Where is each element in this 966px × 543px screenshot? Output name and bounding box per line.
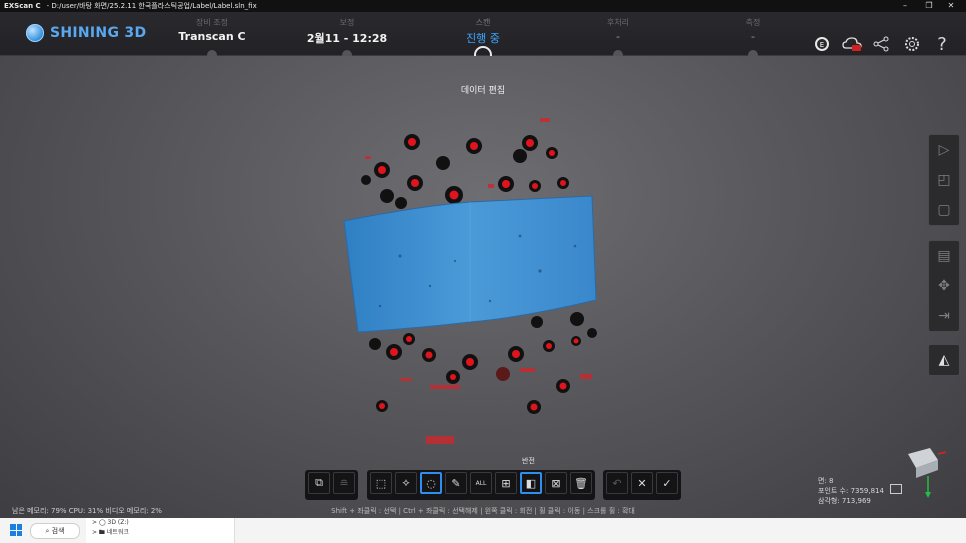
confirm-icon[interactable]: ✓ bbox=[656, 472, 678, 494]
stat-faces: 면: 8 bbox=[818, 477, 834, 485]
view-sidebar: ▷ ◰ ▢ bbox=[928, 134, 960, 226]
step-value: 진행 중 bbox=[466, 32, 500, 45]
view-cube-icon[interactable]: ⧉ bbox=[308, 472, 330, 494]
model-stats: 면: 8 포인트 수: 7359,814 삼각형: 713,969 bbox=[818, 476, 884, 506]
tooltip: 반전 bbox=[522, 457, 535, 465]
mesh-sidebar: ◭ bbox=[928, 344, 960, 376]
undo-icon[interactable]: ↶ bbox=[606, 472, 628, 494]
minimize-button[interactable]: – bbox=[894, 0, 916, 12]
screenshot-icon[interactable] bbox=[890, 484, 902, 494]
tool-sidebar: ▤ ✥ ⇥ bbox=[928, 240, 960, 332]
marker-points-top bbox=[361, 134, 569, 209]
puzzle-icon[interactable]: ✥ bbox=[929, 271, 959, 301]
export-icon[interactable]: ⇥ bbox=[929, 301, 959, 331]
stat-triangles: 삼각형: 713,969 bbox=[818, 497, 871, 505]
invert-select-icon[interactable]: ◧ bbox=[520, 472, 542, 494]
3d-viewport[interactable]: 데이터 편집 ▷ ◰ ▢ ▤ ✥ ⇥ ◭ 반전 ⧉ ≘ ⬚ ⟡ ◌ ✎ ALL … bbox=[0, 56, 966, 518]
maximize-button[interactable]: ❐ bbox=[918, 0, 940, 12]
language-icon[interactable]: E bbox=[812, 34, 832, 54]
polygon-select-icon[interactable]: ⟡ bbox=[395, 472, 417, 494]
step-scan[interactable]: 스캔 진행 중 bbox=[423, 17, 543, 46]
step-measure[interactable]: 측정 - bbox=[693, 17, 813, 43]
title-bar: EXScan C - D:/user/바탕 화면/25.2.11 한국플라스틱공업… bbox=[0, 0, 966, 12]
cancel-icon[interactable]: ✕ bbox=[631, 472, 653, 494]
step-calibration[interactable]: 보정 2월11 - 12:28 bbox=[287, 17, 407, 46]
svg-text:E: E bbox=[820, 41, 824, 49]
step-value: - bbox=[751, 30, 755, 43]
rect-select-icon[interactable]: ⬚ bbox=[370, 472, 392, 494]
delete-icon[interactable]: 🗑 bbox=[570, 472, 592, 494]
cloud-icon[interactable] bbox=[842, 34, 862, 54]
logo: SHINING 3D bbox=[26, 24, 146, 42]
search-label: 검색 bbox=[51, 527, 65, 535]
scan-model bbox=[343, 118, 597, 444]
stop-icon[interactable]: ▢ bbox=[929, 195, 959, 225]
explorer-panel: > ◯ 3D (Z:) > 🖿 네트워크 bbox=[86, 518, 235, 543]
step-value: - bbox=[616, 30, 620, 43]
step-label: 보정 bbox=[339, 18, 355, 27]
settings-icon[interactable] bbox=[902, 34, 922, 54]
brand-name: SHINING 3D bbox=[50, 25, 147, 41]
brush-select-icon[interactable]: ✎ bbox=[445, 472, 467, 494]
stat-points: 포인트 수: 7359,814 bbox=[818, 487, 884, 495]
step-value: Transcan C bbox=[178, 30, 246, 43]
step-label: 후처리 bbox=[606, 18, 630, 27]
panel-icon[interactable]: ▤ bbox=[929, 241, 959, 271]
deselect-icon[interactable]: ⊠ bbox=[545, 472, 567, 494]
frame-icon[interactable]: ◰ bbox=[929, 165, 959, 195]
os-taskbar: ⌕ 검색 > ◯ 3D (Z:) > 🖿 네트워크 bbox=[0, 518, 966, 543]
app-name: EXScan C bbox=[4, 2, 41, 10]
selection-ops-toolbar: ALL ⊞ ◧ ⊠ 🗑 bbox=[467, 470, 595, 500]
select-toolbar: ⬚ ⟡ ◌ ✎ bbox=[367, 470, 470, 500]
step-device-setup[interactable]: 장비 조정 Transcan C bbox=[152, 17, 272, 43]
taskbar-search[interactable]: ⌕ 검색 bbox=[30, 523, 80, 539]
windows-start-icon[interactable] bbox=[10, 524, 22, 536]
step-label: 스캔 bbox=[475, 18, 491, 27]
orientation-gizmo[interactable] bbox=[900, 442, 950, 502]
mesh-icon[interactable]: ◭ bbox=[929, 345, 959, 375]
action-toolbar: ↶ ✕ ✓ bbox=[603, 470, 681, 500]
mouse-hint: Shift + 좌클릭 : 선택 | Ctrl + 좌클릭 : 선택해제 | 왼… bbox=[331, 507, 635, 515]
explorer-item-3d[interactable]: > ◯ 3D (Z:) bbox=[86, 518, 234, 528]
header-icons: E ? bbox=[812, 34, 952, 55]
step-label: 측정 bbox=[745, 18, 761, 27]
step-label: 장비 조정 bbox=[196, 18, 228, 27]
step-value: 2월11 - 12:28 bbox=[306, 32, 388, 45]
close-button[interactable]: ✕ bbox=[940, 0, 962, 12]
view-toolbar: ⧉ ≘ bbox=[305, 470, 358, 500]
share-icon[interactable] bbox=[872, 34, 892, 54]
logo-icon bbox=[26, 24, 44, 42]
help-icon[interactable]: ? bbox=[932, 34, 952, 55]
file-path: - D:/user/바탕 화면/25.2.11 한국플라스틱공업/Label/L… bbox=[46, 2, 257, 10]
explorer-item-network[interactable]: > 🖿 네트워크 bbox=[86, 528, 234, 538]
play-icon[interactable]: ▷ bbox=[929, 135, 959, 165]
lasso-select-icon[interactable]: ◌ bbox=[420, 472, 442, 494]
layers-icon[interactable]: ≘ bbox=[333, 472, 355, 494]
select-all-icon[interactable]: ALL bbox=[470, 472, 492, 494]
step-postprocess[interactable]: 후처리 - bbox=[558, 17, 678, 43]
expand-select-icon[interactable]: ⊞ bbox=[495, 472, 517, 494]
